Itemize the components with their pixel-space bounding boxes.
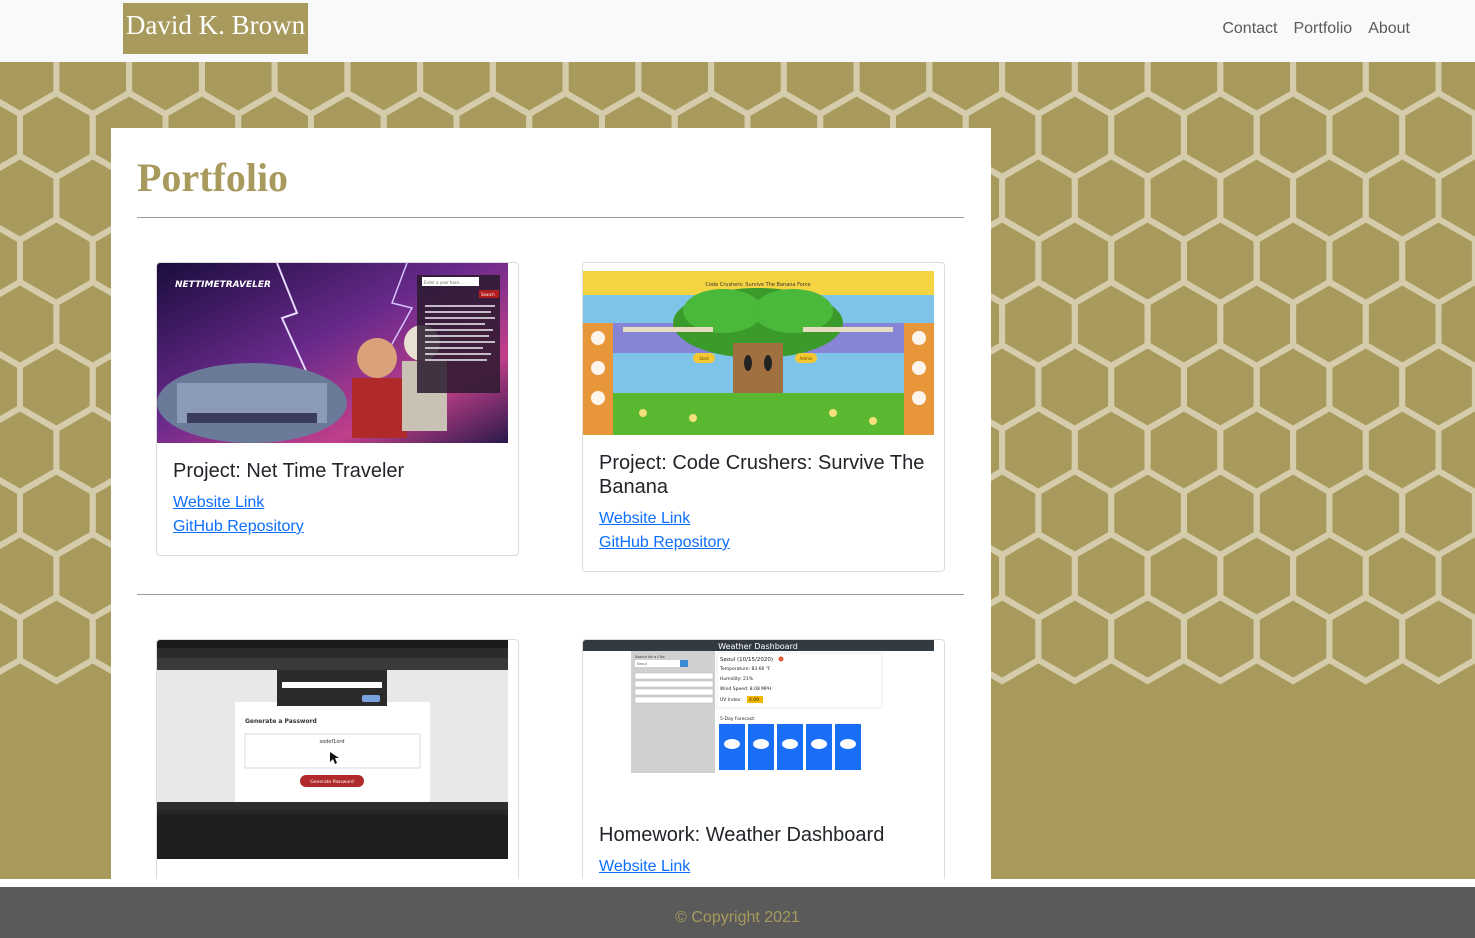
project-screenshot-net-time-traveler[interactable]: NETTIMETRAVELER Enter a year here... Sea…: [157, 263, 508, 443]
svg-text:Enter a year here...: Enter a year here...: [424, 280, 463, 285]
svg-text:Admin: Admin: [800, 356, 813, 361]
svg-text:Weather Dashboard: Weather Dashboard: [718, 642, 798, 651]
svg-text:sodef1ord: sodef1ord: [319, 739, 344, 745]
svg-text:Code Crushers: Survive The Ban: Code Crushers: Survive The Banana Force: [705, 282, 810, 288]
svg-text:Search for a City:: Search for a City:: [635, 655, 665, 659]
brand-logo[interactable]: David K. Brown: [123, 3, 308, 54]
project-title: Homework: Weather Dashboard: [599, 824, 885, 846]
project-card: NETTIMETRAVELER Enter a year here... Sea…: [156, 262, 519, 556]
svg-text:Generate Password: Generate Password: [310, 779, 354, 785]
svg-text:Temperature: 83.66 °F: Temperature: 83.66 °F: [719, 666, 771, 672]
website-link[interactable]: Website Link: [173, 491, 264, 515]
project-card: Generate a Password sodef1ord Generate P…: [156, 639, 519, 879]
svg-text:4.09: 4.09: [749, 697, 759, 703]
svg-text:Humidity: 21%: Humidity: 21%: [720, 676, 754, 682]
svg-text:Start: Start: [699, 356, 709, 361]
project-screenshot-weather-dashboard[interactable]: Weather Dashboard Search for a City: Seo…: [583, 640, 934, 812]
svg-text:Wind Speed: 8.08 MPH: Wind Speed: 8.08 MPH: [720, 686, 771, 692]
project-title: Project: Code Crushers: Survive The Bana…: [599, 452, 925, 498]
nav-links: Contact Portfolio About: [1222, 18, 1410, 40]
website-link[interactable]: Website Link: [599, 507, 690, 531]
footer: © Copyright 2021: [0, 887, 1475, 938]
project-title: Project: Net Time Traveler: [173, 460, 405, 482]
nav-link-contact[interactable]: Contact: [1222, 18, 1277, 40]
thumb-logo: NETTIMETRAVELER: [175, 280, 271, 290]
github-link[interactable]: GitHub Repository: [173, 515, 304, 539]
portfolio-section: Portfolio NETTIMETRAVELER Enter a year h…: [111, 128, 991, 879]
navbar: David K. Brown Contact Portfolio About: [0, 0, 1475, 62]
svg-text:5-Day Forecast:: 5-Day Forecast:: [720, 716, 755, 722]
svg-text:Seoul: Seoul: [637, 662, 647, 666]
svg-text:UV Index:: UV Index:: [720, 697, 742, 703]
title-divider: [137, 217, 964, 218]
project-card: Code Crushers: Survive The Banana Force: [582, 262, 945, 572]
copyright-text: © Copyright 2021: [675, 909, 800, 926]
github-link[interactable]: GitHub Repository: [599, 531, 730, 555]
nav-link-portfolio[interactable]: Portfolio: [1293, 18, 1352, 40]
nav-link-about[interactable]: About: [1368, 18, 1410, 40]
svg-text:Search: Search: [481, 292, 495, 297]
row-divider: [137, 594, 964, 595]
page-title: Portfolio: [137, 155, 289, 200]
svg-text:Seoul (10/15/2020): Seoul (10/15/2020): [720, 657, 773, 663]
project-card: Weather Dashboard Search for a City: Seo…: [582, 639, 945, 879]
project-screenshot-password-generator[interactable]: Generate a Password sodef1ord Generate P…: [157, 640, 508, 859]
project-screenshot-code-crushers[interactable]: Code Crushers: Survive The Banana Force: [583, 263, 934, 435]
website-link[interactable]: Website Link: [599, 855, 690, 879]
svg-text:Generate a Password: Generate a Password: [245, 718, 317, 725]
